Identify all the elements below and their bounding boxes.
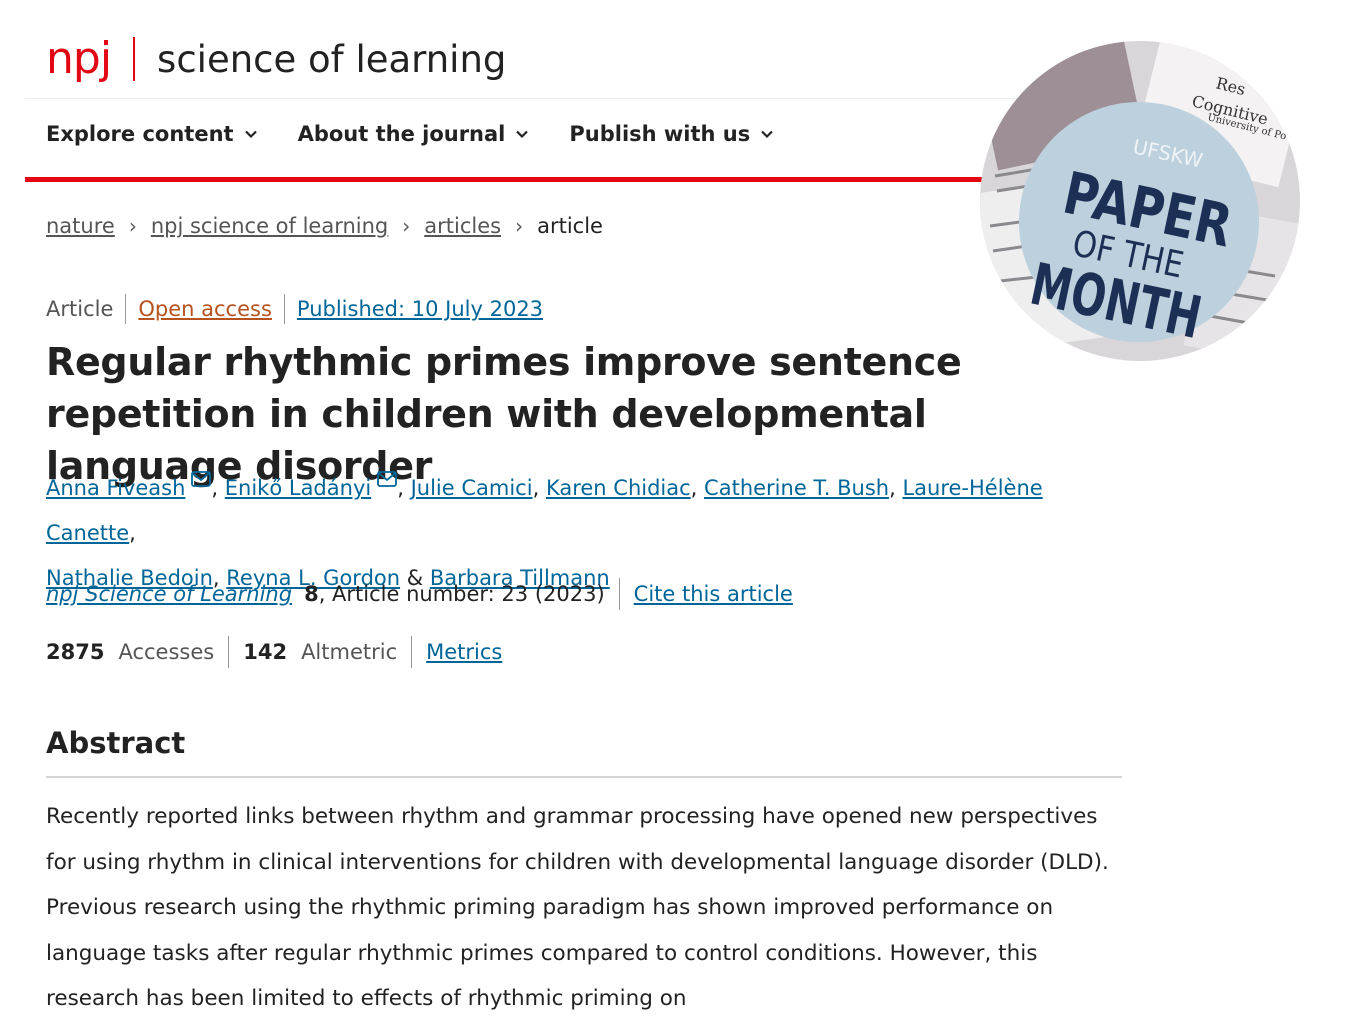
nav-label: About the journal xyxy=(297,122,506,146)
nav-publish-with-us[interactable]: Publish with us xyxy=(569,122,774,146)
mail-icon[interactable] xyxy=(191,471,212,487)
nav-label: Explore content xyxy=(46,122,234,146)
author-separator: , xyxy=(211,476,219,500)
volume-number: 8 xyxy=(304,582,319,606)
breadcrumb-articles[interactable]: articles xyxy=(424,214,501,238)
author-separator: , xyxy=(690,476,698,500)
header-divider xyxy=(25,98,1045,99)
author-separator: , xyxy=(397,476,404,500)
author-link[interactable]: Anna Fiveash xyxy=(46,476,185,500)
chevron-right-icon: › xyxy=(128,214,137,238)
main-nav: Explore content About the journal Publis… xyxy=(46,122,814,146)
accesses-count: 2875 xyxy=(46,640,105,664)
author-separator: , xyxy=(129,521,136,545)
nav-explore-content[interactable]: Explore content xyxy=(46,122,258,146)
journal-link[interactable]: npj Science of Learning xyxy=(46,582,292,606)
journal-logo[interactable]: npj science of learning xyxy=(46,32,506,86)
author-separator: , xyxy=(889,476,896,500)
abstract-text: Recently reported links between rhythm a… xyxy=(46,804,1109,1011)
chevron-down-icon xyxy=(516,130,529,139)
article-type: Article xyxy=(46,297,114,321)
nav-accent-bar xyxy=(25,177,1035,182)
mail-icon[interactable] xyxy=(377,471,398,487)
chevron-down-icon xyxy=(244,130,257,139)
nav-about-the-journal[interactable]: About the journal xyxy=(298,122,530,146)
citation-divider xyxy=(618,578,620,610)
article-number: , Article number: 23 (2023) xyxy=(318,582,605,606)
article-metrics: 2875 Accesses 142 Altmetric Metrics xyxy=(46,636,502,668)
chevron-right-icon: › xyxy=(515,214,524,238)
logo-divider xyxy=(133,37,136,81)
published-date-link[interactable]: Published: 10 July 2023 xyxy=(297,297,543,321)
metrics-divider xyxy=(228,636,230,668)
author-link[interactable]: Catherine T. Bush xyxy=(704,476,889,500)
metrics-divider xyxy=(411,636,413,668)
breadcrumb: nature › npj science of learning › artic… xyxy=(46,214,603,238)
breadcrumb-journal[interactable]: npj science of learning xyxy=(151,214,388,238)
logo-journal-title: science of learning xyxy=(157,37,507,81)
author-link[interactable]: Enikő Ladányi xyxy=(225,476,371,500)
author-separator: , xyxy=(532,476,540,500)
abstract-divider xyxy=(46,776,1122,778)
altmetric-count: 142 xyxy=(243,640,288,664)
cite-this-article-link[interactable]: Cite this article xyxy=(634,582,793,606)
meta-divider xyxy=(283,294,285,324)
altmetric-label: Altmetric xyxy=(301,640,398,664)
breadcrumb-current: article xyxy=(537,214,603,238)
chevron-right-icon: › xyxy=(402,214,411,238)
nav-label: Publish with us xyxy=(569,122,751,146)
article-meta: Article Open access Published: 10 July 2… xyxy=(46,294,543,324)
abstract-heading: Abstract xyxy=(46,726,186,760)
open-access-link[interactable]: Open access xyxy=(138,297,272,321)
meta-divider xyxy=(125,294,127,324)
author-link[interactable]: Julie Camici xyxy=(411,476,533,500)
chevron-down-icon xyxy=(761,130,774,139)
paper-of-the-month-badge: Res Cognitive University of Po UFSKW PAP… xyxy=(980,41,1300,361)
breadcrumb-nature[interactable]: nature xyxy=(46,214,115,238)
citation-line: npj Science of Learning 8 , Article numb… xyxy=(46,578,793,610)
accesses-label: Accesses xyxy=(118,640,215,664)
logo-npj: npj xyxy=(46,33,112,84)
author-link[interactable]: Karen Chidiac xyxy=(546,476,691,500)
metrics-link[interactable]: Metrics xyxy=(426,640,502,664)
